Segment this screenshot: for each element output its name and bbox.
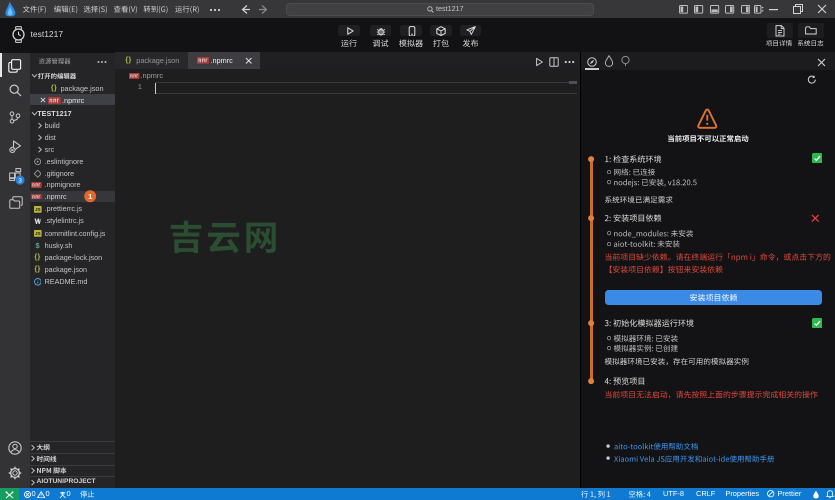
svg-text:JS: JS [35,207,41,212]
svg-text:3: 3 [18,177,22,184]
svg-text:1: 1 [88,192,92,201]
svg-text:JS: JS [35,231,41,236]
